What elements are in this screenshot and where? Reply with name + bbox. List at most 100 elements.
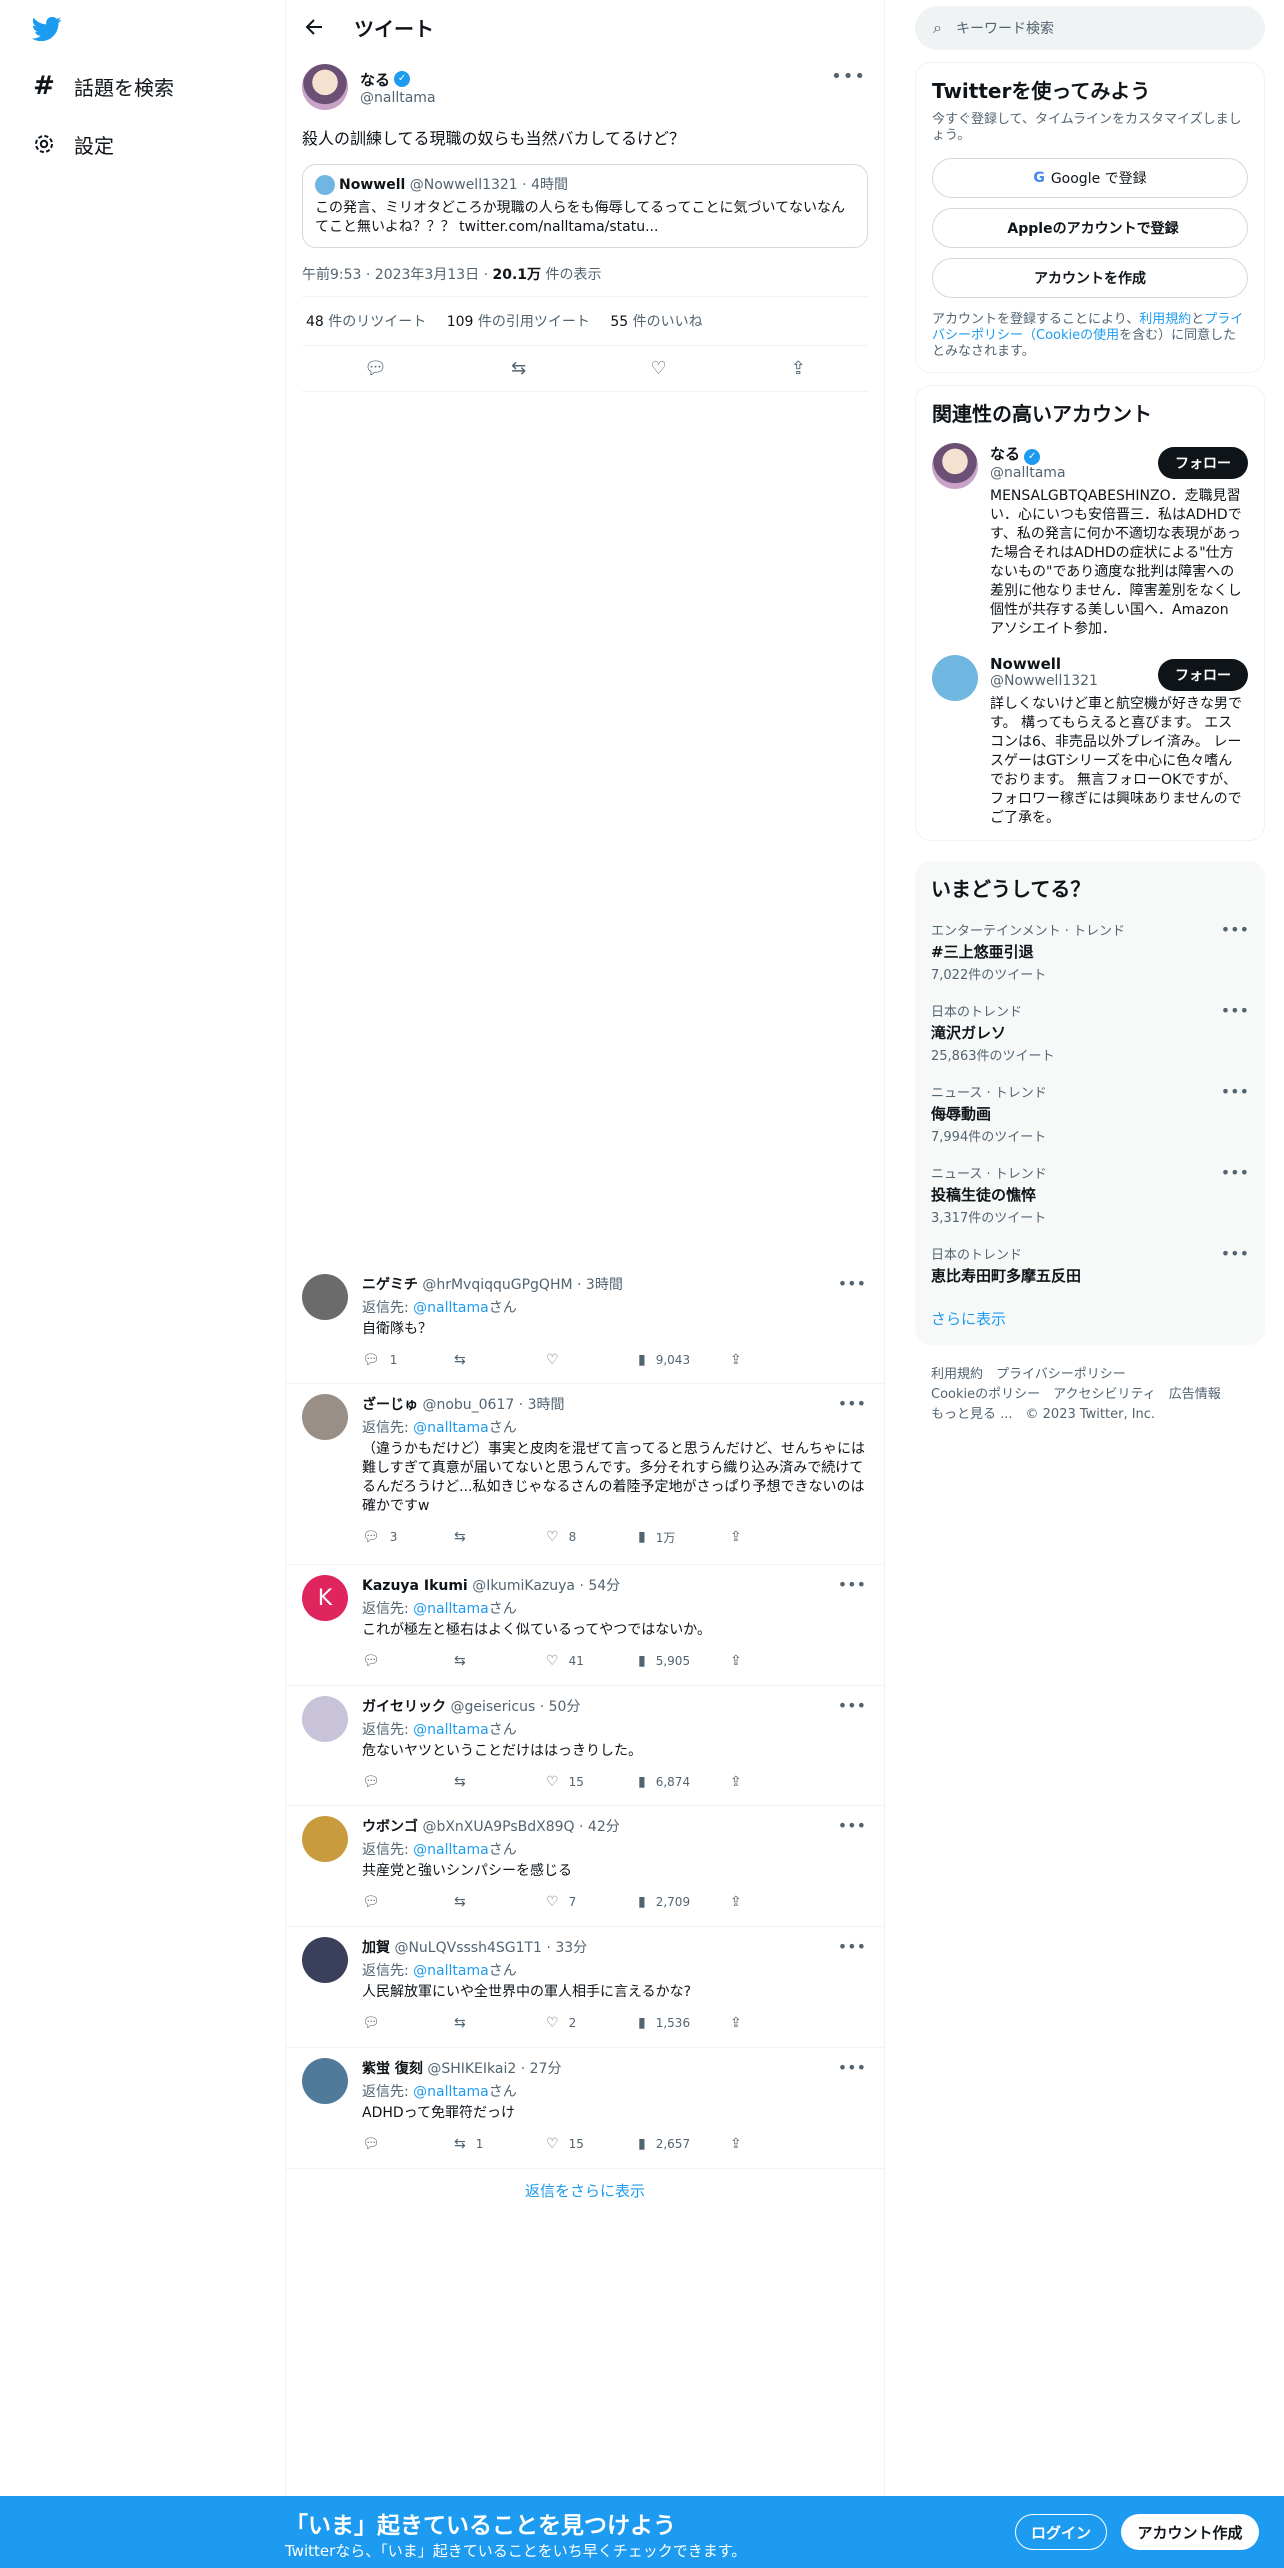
more-icon[interactable]: ••• bbox=[831, 66, 866, 87]
avatar[interactable] bbox=[302, 2058, 348, 2104]
more-icon[interactable]: ••• bbox=[838, 1394, 866, 1413]
share-button[interactable]: ⇪ bbox=[730, 1894, 822, 1910]
avatar[interactable] bbox=[932, 443, 978, 489]
reply-to-link[interactable]: @nalltama bbox=[413, 2084, 489, 2100]
follow-button[interactable]: フォロー bbox=[1158, 659, 1248, 691]
quotes-stat[interactable]: 109 件の引用ツイート bbox=[447, 314, 590, 330]
like-button[interactable]: ♡ 15 bbox=[546, 2136, 638, 2152]
like-button[interactable]: ♡ bbox=[546, 1352, 638, 1368]
share-button[interactable]: ⇪ bbox=[730, 2015, 822, 2031]
reply-button[interactable]: 💬︎ bbox=[362, 1653, 454, 1669]
reply-button[interactable]: 💬︎ bbox=[362, 1774, 454, 1790]
views-button[interactable]: ▮ 1,536 bbox=[638, 2015, 730, 2031]
trend-item[interactable]: ニュース · トレンド 侮辱動画 7,994件のツイート ••• bbox=[931, 1082, 1249, 1145]
retweet-button[interactable]: ⇆ bbox=[454, 1352, 546, 1368]
like-icon[interactable]: ♡ bbox=[650, 358, 666, 379]
avatar[interactable] bbox=[932, 655, 978, 701]
trend-item[interactable]: ニュース · トレンド 投稿生徒の憔悴 3,317件のツイート ••• bbox=[931, 1163, 1249, 1226]
retweet-button[interactable]: ⇆ 1 bbox=[454, 2136, 546, 2152]
reply-to-link[interactable]: @nalltama bbox=[413, 1963, 489, 1979]
avatar[interactable] bbox=[302, 1394, 348, 1440]
more-icon[interactable]: ••• bbox=[838, 2058, 866, 2077]
retweet-button[interactable]: ⇆ bbox=[454, 2015, 546, 2031]
share-button[interactable]: ⇪ bbox=[730, 1352, 822, 1368]
reply-tweet[interactable]: ••• ウボンゴ @bXnXUA9PsBdX89Q · 42分 返信先: @nall… bbox=[286, 1806, 884, 1927]
reply-button[interactable]: 💬︎ bbox=[362, 1894, 454, 1910]
views-button[interactable]: ▮ 5,905 bbox=[638, 1653, 730, 1669]
terms-link[interactable]: 利用規約 bbox=[1139, 312, 1191, 327]
create-account-button[interactable]: アカウントを作成 bbox=[932, 258, 1248, 298]
retweet-button[interactable]: ⇆ bbox=[454, 1894, 546, 1910]
like-button[interactable]: ♡ 41 bbox=[546, 1653, 638, 1669]
avatar[interactable]: K bbox=[302, 1575, 348, 1621]
retweets-stat[interactable]: 48 件のリツイート bbox=[306, 314, 426, 330]
avatar[interactable] bbox=[302, 1696, 348, 1742]
reply-tweet[interactable]: ••• 加賀 @NuLQVsssh4SG1T1 · 33分 返信先: @nallta… bbox=[286, 1927, 884, 2048]
footer-line-3[interactable]: もっと見る ... © 2023 Twitter, Inc. bbox=[931, 1405, 1249, 1425]
footer-line-2[interactable]: Cookieのポリシー アクセシビリティ 広告情報 bbox=[931, 1385, 1249, 1405]
more-icon[interactable]: ••• bbox=[1221, 1163, 1249, 1182]
login-button[interactable]: ログイン bbox=[1015, 2514, 1107, 2550]
reply-to-link[interactable]: @nalltama bbox=[413, 1842, 489, 1858]
show-more-replies-link[interactable]: 返信をさらに表示 bbox=[286, 2180, 884, 2201]
nav-explore[interactable]: # 話題を検索 bbox=[30, 66, 174, 106]
nav-settings[interactable]: 設定 bbox=[30, 124, 114, 164]
signup-button[interactable]: アカウント作成 bbox=[1121, 2514, 1259, 2550]
reply-tweet[interactable]: K ••• Kazuya Ikumi @IkumiKazuya · 54分 返信先: … bbox=[286, 1565, 884, 1686]
avatar[interactable] bbox=[302, 1274, 348, 1320]
tweet-timestamp[interactable]: 午前9:53 · 2023年3月13日 · bbox=[302, 267, 493, 283]
google-signup-button[interactable]: G Google で登録 bbox=[932, 158, 1248, 198]
trend-item[interactable]: エンターテインメント · トレンド #三上悠亜引退 7,022件のツイート ••• bbox=[931, 920, 1249, 983]
reply-button[interactable]: 💬︎ 3 bbox=[362, 1529, 454, 1545]
follow-button[interactable]: フォロー bbox=[1158, 447, 1248, 479]
avatar[interactable] bbox=[302, 1816, 348, 1862]
share-button[interactable]: ⇪ bbox=[730, 1653, 822, 1669]
like-button[interactable]: ♡ 7 bbox=[546, 1894, 638, 1910]
related-account[interactable]: なる ✓ @nalltama MENSALGBTQABESHINZO．赱職見習い．… bbox=[932, 443, 1248, 639]
more-icon[interactable]: ••• bbox=[838, 1816, 866, 1835]
views-button[interactable]: ▮ 2,657 bbox=[638, 2136, 730, 2152]
retweet-button[interactable]: ⇆ bbox=[454, 1774, 546, 1790]
share-button[interactable]: ⇪ bbox=[730, 2136, 822, 2152]
reply-tweet[interactable]: ••• ガイセリック @geisericus · 50分 返信先: @nalltam… bbox=[286, 1686, 884, 1806]
reply-button[interactable]: 💬︎ 1 bbox=[362, 1352, 454, 1368]
share-button[interactable]: ⇪ bbox=[730, 1774, 822, 1790]
reply-tweet[interactable]: ••• ざーじゅ @nobu_0617 · 3時間 返信先: @nalltamaさん… bbox=[286, 1384, 884, 1565]
reply-icon[interactable]: 💬︎ bbox=[364, 358, 387, 379]
avatar[interactable] bbox=[302, 1937, 348, 1983]
reply-tweet[interactable]: ••• ニゲミチ @hrMvqiqquGPgQHM · 3時間 返信先: @nall… bbox=[286, 1264, 884, 1384]
views-button[interactable]: ▮ 6,874 bbox=[638, 1774, 730, 1790]
trend-item[interactable]: 日本のトレンド 滝沢ガレソ 25,863件のツイート ••• bbox=[931, 1001, 1249, 1064]
back-arrow-icon[interactable] bbox=[302, 15, 326, 39]
more-icon[interactable]: ••• bbox=[838, 1696, 866, 1715]
more-icon[interactable]: ••• bbox=[1221, 1082, 1249, 1101]
like-button[interactable]: ♡ 2 bbox=[546, 2015, 638, 2031]
more-icon[interactable]: ••• bbox=[1221, 920, 1249, 939]
footer-line-1[interactable]: 利用規約 プライバシーポリシー bbox=[931, 1365, 1249, 1385]
like-button[interactable]: ♡ 15 bbox=[546, 1774, 638, 1790]
reply-button[interactable]: 💬︎ bbox=[362, 2015, 454, 2031]
apple-signup-button[interactable]: Appleのアカウントで登録 bbox=[932, 208, 1248, 248]
reply-to-link[interactable]: @nalltama bbox=[413, 1601, 489, 1617]
share-icon[interactable]: ⇪ bbox=[791, 358, 806, 379]
search-input[interactable]: キーワード検索 bbox=[956, 18, 1054, 38]
twitter-logo-icon[interactable] bbox=[30, 14, 64, 44]
quoted-tweet[interactable]: Nowwell @Nowwell1321 · 4時間 この発言、ミリオタどころか… bbox=[302, 164, 868, 248]
more-icon[interactable]: ••• bbox=[1221, 1244, 1249, 1263]
like-button[interactable]: ♡ 8 bbox=[546, 1529, 638, 1545]
more-icon[interactable]: ••• bbox=[838, 1274, 866, 1293]
views-button[interactable]: ▮ 1万 bbox=[638, 1529, 730, 1546]
reply-to-link[interactable]: @nalltama bbox=[413, 1300, 489, 1316]
reply-to-link[interactable]: @nalltama bbox=[413, 1722, 489, 1738]
avatar[interactable] bbox=[302, 64, 348, 110]
views-button[interactable]: ▮ 2,709 bbox=[638, 1894, 730, 1910]
related-account[interactable]: Nowwell @Nowwell1321 詳しくないけど車と航空機が好きな男です… bbox=[932, 655, 1248, 828]
tweet-author[interactable]: なる ✓ @nalltama ••• bbox=[302, 64, 868, 110]
search-box[interactable]: ⌕ キーワード検索 bbox=[915, 6, 1265, 50]
retweet-button[interactable]: ⇆ bbox=[454, 1529, 546, 1545]
retweet-icon[interactable]: ⇆ bbox=[511, 358, 526, 379]
views-button[interactable]: ▮ 9,043 bbox=[638, 1352, 730, 1368]
share-button[interactable]: ⇪ bbox=[730, 1529, 822, 1545]
trend-item[interactable]: 日本のトレンド 恵比寿田町多摩五反田 ••• bbox=[931, 1244, 1249, 1286]
retweet-button[interactable]: ⇆ bbox=[454, 1653, 546, 1669]
